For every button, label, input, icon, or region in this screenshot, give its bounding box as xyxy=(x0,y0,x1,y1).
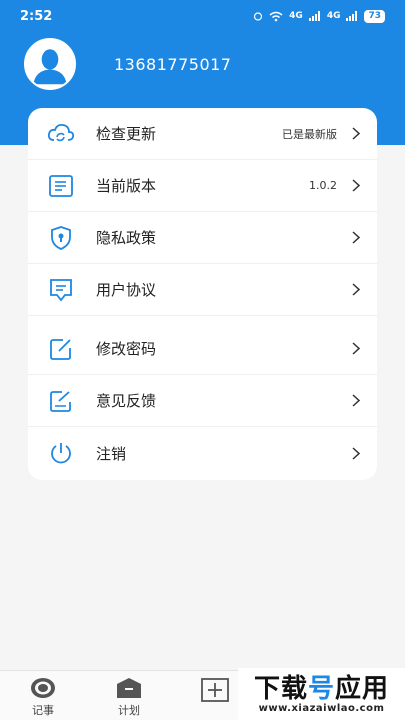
chevron-right-icon xyxy=(349,179,363,193)
menu-item-label: 意见反馈 xyxy=(96,392,157,410)
edit-icon xyxy=(46,334,76,364)
alarm-icon xyxy=(254,12,263,21)
network-label-1: 4G xyxy=(289,11,303,21)
tab-label: 记事 xyxy=(32,704,54,717)
status-bar: 2:52 4G 4G 73 xyxy=(0,0,405,32)
plan-icon xyxy=(117,678,141,698)
chevron-right-icon xyxy=(349,283,363,297)
menu-item-label: 注销 xyxy=(96,444,127,463)
user-silhouette-icon xyxy=(26,40,74,88)
chevron-right-icon xyxy=(349,342,363,356)
menu-item-privacy-policy[interactable]: 隐私政策 xyxy=(28,212,377,264)
menu-item-label: 检查更新 xyxy=(96,125,157,143)
signal-icon-1 xyxy=(308,11,320,21)
chevron-right-icon xyxy=(349,231,363,245)
avatar[interactable] xyxy=(24,38,76,90)
battery-indicator: 73 xyxy=(364,9,385,23)
cloud-refresh-icon xyxy=(46,119,76,149)
menu-item-user-agreement[interactable]: 用户协议 xyxy=(28,264,377,316)
menu-item-label: 用户协议 xyxy=(96,281,157,299)
user-phone: 13681775017 xyxy=(114,54,232,74)
settings-menu: 检查更新 已是最新版 当前版本 1.0.2 隐私政策 用户协议 修改密码 意见反… xyxy=(28,108,377,480)
menu-item-feedback[interactable]: 意见反馈 xyxy=(28,375,377,427)
watermark-title-part: 下载 xyxy=(253,673,308,704)
menu-item-label: 隐私政策 xyxy=(96,229,157,247)
document-lines-icon xyxy=(46,171,76,201)
menu-item-check-update[interactable]: 检查更新 已是最新版 xyxy=(28,108,377,160)
menu-item-label: 修改密码 xyxy=(96,340,157,358)
agreement-icon xyxy=(46,275,76,305)
watermark-logo: 下载号应用 www.xiazaiwlao.com xyxy=(238,668,405,720)
tab-label: 计划 xyxy=(118,704,140,717)
menu-item-value: 1.0.2 xyxy=(309,179,337,192)
chevron-right-icon xyxy=(349,446,363,460)
watermark-title: 下载号应用 xyxy=(254,675,389,703)
status-time: 2:52 xyxy=(20,8,53,24)
watermark-title-part: 号 xyxy=(307,673,335,704)
shield-lock-icon xyxy=(46,223,76,253)
menu-item-logout[interactable]: 注销 xyxy=(28,427,377,479)
feedback-icon xyxy=(46,386,76,416)
menu-item-value: 已是最新版 xyxy=(282,127,337,141)
power-icon xyxy=(46,438,76,468)
add-icon xyxy=(201,678,229,702)
network-label-2: 4G xyxy=(326,11,341,21)
chevron-right-icon xyxy=(349,394,363,408)
notes-icon xyxy=(31,678,55,698)
status-icons: 4G 4G 73 xyxy=(253,9,385,23)
profile-header: 13681775017 xyxy=(24,38,231,90)
tab-notes[interactable]: 记事 xyxy=(0,671,86,720)
tab-plan[interactable]: 计划 xyxy=(86,671,172,720)
wifi-icon xyxy=(269,11,283,21)
watermark-url: www.xiazaiwlao.com xyxy=(258,702,385,714)
menu-item-change-password[interactable]: 修改密码 xyxy=(28,316,377,375)
menu-item-current-version[interactable]: 当前版本 1.0.2 xyxy=(28,160,377,212)
signal-icon-2 xyxy=(346,11,358,21)
watermark-title-part: 应用 xyxy=(335,673,390,704)
menu-item-label: 当前版本 xyxy=(96,177,157,195)
chevron-right-icon xyxy=(349,127,363,141)
